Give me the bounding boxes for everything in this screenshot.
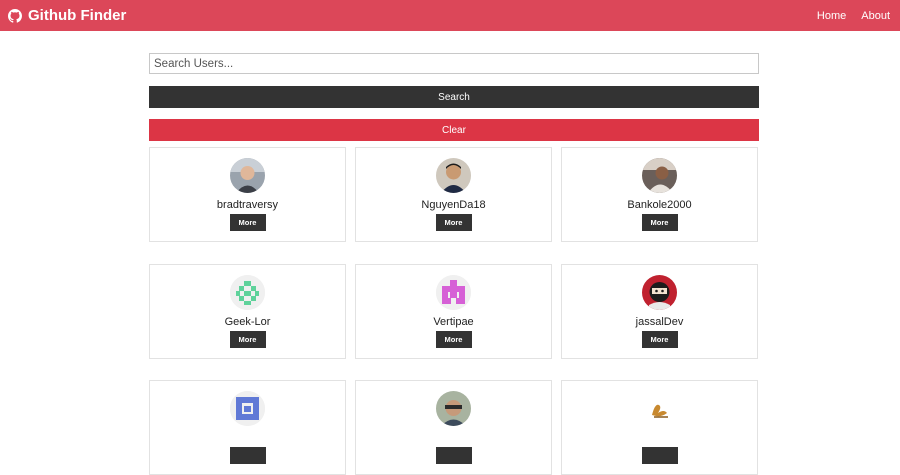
brand-title: Github Finder — [28, 7, 127, 24]
search-button[interactable]: Search — [149, 86, 759, 108]
user-card — [561, 380, 758, 475]
more-button[interactable] — [435, 447, 472, 464]
avatar — [230, 391, 265, 426]
user-login: Vertipae — [433, 316, 474, 328]
nav-about-link[interactable]: About — [861, 10, 890, 22]
clear-button[interactable]: Clear — [149, 119, 759, 141]
nav-home-link[interactable]: Home — [817, 10, 846, 22]
avatar — [230, 275, 265, 310]
user-login: NguyenDa18 — [421, 199, 486, 211]
user-card: Geek-Lor More — [149, 264, 346, 359]
navbar: Github Finder Home About — [0, 0, 900, 31]
user-card: Bankole2000 More — [561, 147, 758, 242]
avatar — [642, 391, 677, 426]
user-login: jassalDev — [635, 316, 684, 328]
avatar — [642, 158, 677, 193]
avatar — [230, 158, 265, 193]
more-button[interactable]: More — [435, 331, 472, 348]
search-input[interactable] — [149, 53, 759, 74]
more-button[interactable]: More — [641, 214, 678, 231]
github-icon — [8, 8, 22, 23]
brand[interactable]: Github Finder — [8, 7, 126, 24]
more-button[interactable]: More — [435, 214, 472, 231]
avatar — [436, 275, 471, 310]
user-login: bradtraversy — [216, 199, 279, 211]
more-button[interactable]: More — [229, 214, 266, 231]
avatar — [436, 391, 471, 426]
user-card: jassalDev More — [561, 264, 758, 359]
more-button[interactable]: More — [641, 331, 678, 348]
user-card: Vertipae More — [355, 264, 552, 359]
user-card — [355, 380, 552, 475]
more-button[interactable] — [229, 447, 266, 464]
user-card: bradtraversy More — [149, 147, 346, 242]
user-login: Bankole2000 — [627, 199, 692, 211]
avatar — [436, 158, 471, 193]
more-button[interactable] — [641, 447, 678, 464]
user-login: Geek-Lor — [224, 316, 271, 328]
user-card — [149, 380, 346, 475]
avatar — [642, 275, 677, 310]
nav-links: Home About — [817, 10, 890, 22]
user-card: NguyenDa18 More — [355, 147, 552, 242]
more-button[interactable]: More — [229, 331, 266, 348]
